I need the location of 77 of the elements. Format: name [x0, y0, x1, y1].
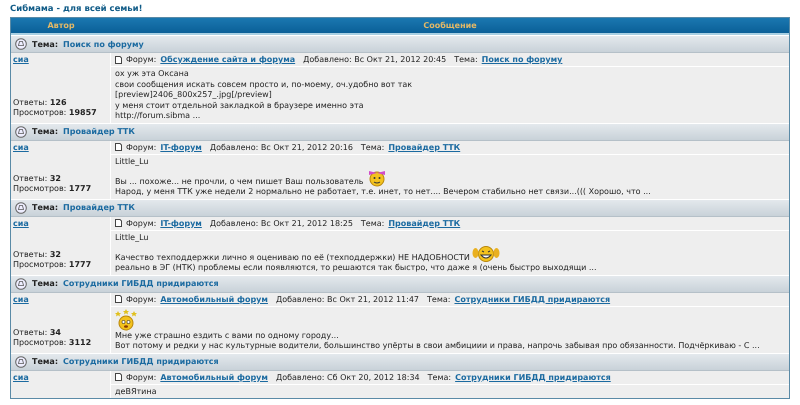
- topic-label: Тема:: [32, 279, 58, 288]
- topic-link[interactable]: Провайдер ТТК: [388, 218, 460, 228]
- topic-icon: [15, 278, 27, 290]
- replies-count: Ответы: 34: [13, 328, 62, 336]
- views-count: Просмотров: 1777: [13, 260, 92, 268]
- topic-link[interactable]: Сотрудники ГИБДД придираются: [454, 294, 610, 304]
- replies-count: Ответы: 32: [13, 174, 62, 182]
- column-header: Автор: [47, 21, 75, 30]
- topic-label: Тема:: [454, 55, 478, 64]
- added-date: Добавлено: Вс Окт 21, 2012 11:47: [276, 294, 420, 304]
- message-text: Little_Lu: [115, 156, 148, 167]
- forum-label: Форум:: [126, 294, 156, 304]
- forum-label: Форум:: [126, 372, 156, 382]
- topic-label: Тема:: [428, 372, 452, 382]
- added-date: Добавлено: Вс Окт 21, 2012 18:25: [210, 218, 353, 228]
- forum-label: Форум:: [126, 218, 156, 228]
- topic-link[interactable]: Провайдер ТТК: [63, 127, 135, 136]
- topic-icon: [15, 356, 27, 368]
- topic-link[interactable]: Сотрудники ГИБДД придираются: [63, 279, 219, 288]
- forum-link[interactable]: Автомобильный форум: [160, 294, 268, 304]
- forum-link[interactable]: Обсуждение сайта и форума: [160, 55, 296, 64]
- replies-count: Ответы: 126: [13, 98, 68, 106]
- post-icon: [115, 56, 122, 64]
- laughing-face-icon: [472, 243, 500, 263]
- author-link[interactable]: сиа: [13, 218, 108, 228]
- message-text: Вы ... похоже... не прочли, о чем пишет Ваш пользователь: [115, 176, 364, 187]
- topic-icon: [15, 126, 27, 138]
- post-icon: [115, 295, 122, 303]
- added-date: Добавлено: Вс Окт 21, 2012 20:16: [210, 142, 353, 152]
- message-text: Мне уже страшно ездить с вами по одному городу...: [115, 330, 339, 341]
- site-title[interactable]: Сибмама - для всей семьи!: [10, 4, 143, 14]
- post-icon: [115, 219, 122, 227]
- message-text: реально в ЭГ (НТК) проблемы если появляются, то решаются так быстро, что даже я (очень быстро выходящи ...: [115, 263, 596, 274]
- forum-label: Форум:: [126, 142, 156, 152]
- message-text: деВЯтина: [115, 386, 156, 397]
- added-date: Добавлено: Сб Окт 20, 2012 18:34: [276, 372, 420, 382]
- message-text: ох уж эта Оксана: [115, 69, 189, 80]
- added-date: Добавлено: Вс Окт 21, 2012 20:45: [303, 55, 446, 64]
- forum-label: Форум:: [126, 55, 156, 64]
- topic-label: Тема:: [427, 294, 450, 304]
- message-text: Народ, у меня ТТК уже недели 2 нормально не работает, т.е. инет, то нет.... Вечером стабильно нет связи...((( Хорошо, что ...: [115, 187, 651, 198]
- author-link[interactable]: сиа: [13, 142, 108, 152]
- message-text: Вот потому и редки у нас культурные водители, большинство упёрты в свои амбициии и права, напрочь забывая про обязанности. Подчёркиваю - С ...: [115, 341, 760, 352]
- topic-icon: [15, 202, 27, 214]
- replies-count: Ответы: 32: [13, 250, 62, 258]
- message-text: http://forum.sibma ...: [115, 111, 200, 122]
- dizzy-face-icon: [115, 308, 137, 330]
- forum-link[interactable]: Автомобильный форум: [160, 372, 268, 382]
- author-link[interactable]: сиа: [13, 55, 108, 64]
- topic-link[interactable]: Провайдер ТТК: [63, 203, 135, 212]
- message-text: Little_Lu: [115, 232, 148, 243]
- topic-link[interactable]: Сотрудники ГИБДД придираются: [455, 372, 611, 382]
- message-text: Качество техподдержки лично я оцениваю по её (техподдержки) НЕ НАДОБНОСТИ: [115, 252, 470, 263]
- topic-label: Тема:: [32, 203, 58, 212]
- views-count: Просмотров: 3112: [13, 338, 92, 346]
- message-text: [preview]2406_800x257_.jpg[/preview]: [115, 90, 272, 100]
- topic-label: Тема:: [32, 40, 58, 48]
- views-count: Просмотров: 19857: [13, 108, 98, 116]
- post-icon: [115, 373, 122, 381]
- views-count: Просмотров: 1777: [13, 184, 92, 192]
- topic-label: Тема:: [32, 357, 58, 366]
- author-link[interactable]: сиа: [13, 372, 108, 382]
- message-text: у меня стоит отдельной закладкой в браузере именно эта: [115, 100, 364, 111]
- topic-link[interactable]: Сотрудники ГИБДД придираются: [63, 357, 219, 366]
- topic-label: Тема:: [360, 142, 384, 152]
- forum-link[interactable]: IT-форум: [160, 142, 202, 152]
- topic-link[interactable]: Провайдер ТТК: [388, 142, 460, 152]
- topic-icon: [15, 38, 27, 50]
- author-link[interactable]: сиа: [13, 294, 108, 304]
- topic-link[interactable]: Поиск по форуму: [482, 55, 562, 64]
- topic-label: Тема:: [360, 218, 384, 228]
- message-text: свои сообщения искать совсем просто и, по-моему, оч.удобно вот так: [115, 80, 412, 90]
- topic-label: Тема:: [32, 127, 58, 136]
- topic-link[interactable]: Поиск по форуму: [63, 40, 144, 48]
- forum-link[interactable]: IT-форум: [160, 218, 202, 228]
- column-header: Сообщение: [423, 21, 477, 30]
- post-icon: [115, 143, 122, 151]
